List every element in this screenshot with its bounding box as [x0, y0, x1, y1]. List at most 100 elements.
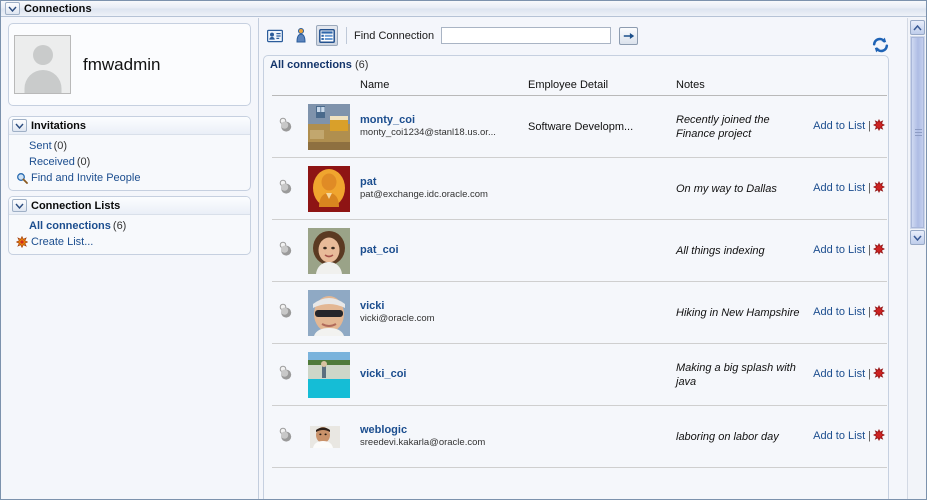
panel-connection-lists-title: Connection Lists — [31, 199, 121, 212]
column-header-name: Name — [360, 77, 528, 96]
find-connection-input[interactable] — [441, 27, 612, 44]
sidebar-item-find-invite-people-label[interactable]: Find and Invite People — [31, 172, 140, 184]
toolbar-separator — [346, 27, 347, 44]
sidebar-item-received[interactable]: Received (0) — [9, 154, 250, 170]
avatar-portrait-orange[interactable] — [308, 165, 350, 212]
panel-invitations-body: Sent (0) Received (0) Find and Invite Pe… — [9, 135, 250, 190]
cell-employee-detail — [528, 343, 676, 406]
list-view-button[interactable] — [316, 25, 338, 46]
card-title-count: (6) — [354, 59, 369, 71]
find-connection-label: Find Connection — [354, 29, 435, 42]
cell-employee-detail — [528, 405, 676, 468]
connection-name-link[interactable]: pat_coi — [360, 244, 528, 257]
panel-connection-lists-header[interactable]: Connection Lists — [9, 197, 250, 215]
add-to-list-link[interactable]: Add to List — [813, 306, 865, 318]
panel-invitations-title: Invitations — [31, 119, 87, 132]
cell-actions: Add to List | — [801, 157, 887, 220]
presence-offline-icon[interactable] — [278, 303, 292, 322]
add-to-list-link[interactable]: Add to List — [813, 368, 865, 380]
presence-offline-icon[interactable] — [278, 179, 292, 198]
notes-text: All things indexing — [676, 244, 765, 257]
cell-actions: Add to List | — [801, 95, 887, 158]
scrollbar-down-button[interactable] — [910, 230, 925, 245]
scrollbar-track[interactable] — [910, 36, 925, 229]
table-row: vicki vicki@oracle.com Hiking in New Ham… — [272, 281, 887, 344]
cell-employee-detail — [528, 281, 676, 344]
connection-name-link[interactable]: monty_coi — [360, 114, 528, 127]
presence-offline-icon[interactable] — [278, 427, 292, 446]
main-content: Find Connection All connections (6) Name… — [259, 18, 926, 499]
refresh-button[interactable] — [870, 36, 890, 56]
cell-avatar — [308, 95, 360, 158]
avatar-bedroom-painting[interactable] — [308, 103, 350, 150]
connection-name-link[interactable]: vicki — [360, 300, 528, 313]
add-to-list-link[interactable]: Add to List — [813, 430, 865, 442]
avatar-woman-brown-hair[interactable] — [308, 227, 350, 274]
column-header-presence — [272, 77, 308, 96]
action-separator: | — [868, 120, 871, 132]
sidebar-item-sent-label[interactable]: Sent — [29, 140, 52, 152]
scrollbar-up-button[interactable] — [910, 20, 925, 35]
connection-name-link[interactable]: weblogic — [360, 424, 528, 437]
find-go-button[interactable] — [619, 26, 639, 45]
connection-name-link[interactable]: pat — [360, 176, 528, 189]
add-to-list-link[interactable]: Add to List — [813, 182, 865, 194]
people-view-button[interactable] — [290, 25, 312, 46]
sidebar-item-find-invite-people[interactable]: Find and Invite People — [9, 170, 250, 186]
cell-notes: All things indexing — [676, 219, 801, 282]
sidebar-item-create-list[interactable]: Create List... — [9, 234, 250, 250]
sidebar-item-all-connections-count: (6) — [112, 220, 127, 232]
collapse-invitations-icon[interactable] — [12, 119, 27, 132]
delete-connection-icon[interactable] — [873, 366, 885, 382]
presence-offline-icon[interactable] — [278, 117, 292, 136]
avatar-man-face[interactable] — [310, 425, 340, 448]
vertical-scrollbar[interactable] — [907, 18, 926, 499]
cell-name: pat pat@exchange.idc.oracle.com — [360, 157, 528, 220]
collapse-connections-icon[interactable] — [5, 2, 20, 15]
add-to-list-link[interactable]: Add to List — [813, 244, 865, 256]
cell-notes: On my way to Dallas — [676, 157, 801, 220]
notes-text: laboring on labor day — [676, 430, 779, 443]
scrollbar-thumb[interactable] — [911, 37, 924, 228]
cell-presence — [272, 219, 308, 282]
panel-invitations-header[interactable]: Invitations — [9, 117, 250, 135]
delete-connection-icon[interactable] — [873, 428, 885, 444]
cell-avatar — [308, 405, 360, 468]
cell-presence — [272, 157, 308, 220]
avatar-head — [32, 45, 53, 65]
delete-connection-icon[interactable] — [873, 304, 885, 320]
cell-actions: Add to List | — [801, 281, 887, 344]
cell-name: vicki vicki@oracle.com — [360, 281, 528, 344]
add-to-list-link[interactable]: Add to List — [813, 120, 865, 132]
delete-connection-icon[interactable] — [873, 242, 885, 258]
avatar-woman-sunglasses[interactable] — [308, 289, 350, 336]
presence-offline-icon[interactable] — [278, 365, 292, 384]
cell-avatar — [308, 343, 360, 406]
sidebar-item-all-connections-label[interactable]: All connections — [29, 220, 111, 232]
sidebar-item-create-list-label[interactable]: Create List... — [31, 236, 93, 248]
table-row: pat_coi All things indexing Add to List | — [272, 219, 887, 282]
cell-name: vicki_coi — [360, 343, 528, 406]
column-header-notes: Notes — [676, 77, 801, 96]
sidebar-item-sent[interactable]: Sent (0) — [9, 138, 250, 154]
presence-offline-icon[interactable] — [278, 241, 292, 260]
sidebar-item-sent-count: (0) — [53, 140, 68, 152]
connection-name-link[interactable]: vicki_coi — [360, 368, 528, 381]
delete-connection-icon[interactable] — [873, 118, 885, 134]
sidebar-item-all-connections[interactable]: All connections (6) — [9, 218, 250, 234]
card-view-button[interactable] — [264, 25, 286, 46]
avatar-poolside[interactable] — [308, 351, 350, 398]
connections-table: Name Employee Detail Notes monty_coi mon… — [272, 77, 887, 468]
column-header-employee-detail: Employee Detail — [528, 77, 676, 96]
connections-window: Connections fmwadmin Invitations Sent (0… — [0, 0, 927, 500]
table-row: pat pat@exchange.idc.oracle.com On my wa… — [272, 157, 887, 220]
column-header-avatar — [308, 77, 360, 96]
collapse-connection-lists-icon[interactable] — [12, 199, 27, 212]
sidebar-item-received-label[interactable]: Received — [29, 156, 75, 168]
notes-text: Hiking in New Hampshire — [676, 306, 800, 319]
delete-connection-icon[interactable] — [873, 180, 885, 196]
panel-connection-lists: Connection Lists All connections (6) Cre… — [8, 196, 251, 255]
cell-notes: laboring on labor day — [676, 405, 801, 468]
cell-employee-detail — [528, 157, 676, 220]
window-title: Connections — [24, 2, 92, 15]
